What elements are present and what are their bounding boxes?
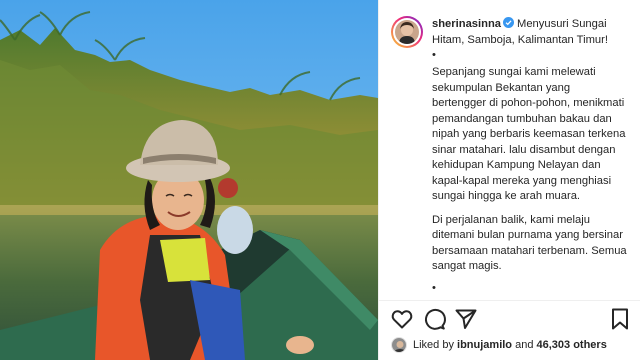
likes-summary: Liked by ibnujamilo and 46,303 others xyxy=(391,335,607,355)
caption-bullet: • xyxy=(432,49,436,61)
action-bar xyxy=(389,306,633,332)
comment-icon[interactable] xyxy=(421,306,447,332)
likes-middle: and xyxy=(512,339,537,351)
post-photo-image xyxy=(0,0,378,360)
caption-area[interactable]: sherinasinna Menyusuri Sungai Hitam, Samb… xyxy=(379,0,640,300)
paper-plane-icon[interactable] xyxy=(453,306,479,332)
avatar[interactable] xyxy=(391,16,423,48)
heart-icon[interactable] xyxy=(389,306,415,332)
likes-prefix: Liked by xyxy=(413,339,458,351)
bookmark-icon[interactable] xyxy=(607,306,633,332)
verified-badge-icon xyxy=(503,17,515,28)
caption-body: • Sepanjang sungai kami melewati sekumpu… xyxy=(432,49,627,294)
caption-paragraph: Sepanjang sungai kami melewati sekumpula… xyxy=(432,66,626,202)
post-photo[interactable] xyxy=(0,0,378,360)
divider xyxy=(379,300,640,301)
post-sidebar: sherinasinna Menyusuri Sungai Hitam, Samb… xyxy=(378,0,640,360)
liker-username-link[interactable]: ibnujamilo xyxy=(457,339,512,351)
likes-count-link[interactable]: 46,303 others xyxy=(537,339,607,351)
avatar-image xyxy=(395,20,419,44)
caption-first-line: sherinasinna Menyusuri Sungai Hitam, Samb… xyxy=(432,16,627,48)
username-link[interactable]: sherinasinna xyxy=(432,18,501,30)
caption-paragraph: Di perjalanan balik, kami melaju diteman… xyxy=(432,213,627,273)
caption-header: sherinasinna Menyusuri Sungai Hitam, Samb… xyxy=(391,16,627,48)
liker-avatar[interactable] xyxy=(391,337,407,353)
caption-bullet: • xyxy=(432,281,436,294)
